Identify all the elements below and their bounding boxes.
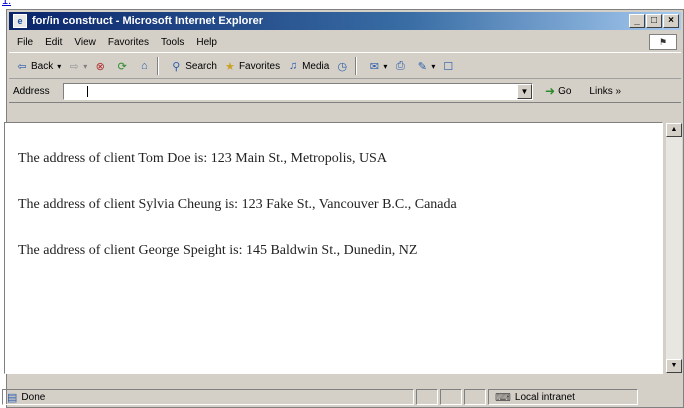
minimize-button[interactable]: _ <box>629 14 645 28</box>
status-text: Done <box>21 391 46 403</box>
history-icon: ◷ <box>337 60 348 73</box>
ie-app-icon: e <box>13 14 27 28</box>
address-bar: Address ▼ ➜ Go Links » <box>9 80 681 103</box>
media-icon: ♫ <box>288 60 298 72</box>
menu-view[interactable]: View <box>74 37 96 48</box>
print-button[interactable]: ⎙ <box>393 59 409 73</box>
back-button[interactable]: ⇦ Back ▾ <box>15 59 61 73</box>
links-button[interactable]: Links » <box>589 86 621 97</box>
title-bar: e for/in construct - Microsoft Internet … <box>9 12 681 30</box>
home-button[interactable]: ⌂ <box>137 59 153 73</box>
status-cell <box>416 389 438 405</box>
address-dropdown-icon[interactable]: ▼ <box>517 83 532 99</box>
text-caret <box>87 85 88 97</box>
security-zone-label: Local intranet <box>514 391 575 403</box>
mail-icon: ✉ <box>369 60 379 73</box>
address-input[interactable]: ▼ <box>63 82 533 100</box>
window-title: for/in construct - Microsoft Internet Ex… <box>32 15 264 27</box>
status-bar: ▤ Done ⌨ Local intranet <box>2 388 682 406</box>
forward-dropdown-icon[interactable]: ▾ <box>83 62 87 71</box>
client-address-line-2: The address of client Sylvia Cheung is: … <box>18 197 457 212</box>
scroll-down-icon[interactable]: ▼ <box>666 359 682 373</box>
page-done-icon: ▤ <box>7 391 18 404</box>
window-controls: _ □ × <box>629 14 679 28</box>
go-arrow-icon: ➜ <box>545 84 556 98</box>
forward-arrow-icon: ⇨ <box>69 60 79 73</box>
menu-help[interactable]: Help <box>196 37 217 48</box>
address-label: Address <box>13 85 50 97</box>
scroll-up-icon[interactable]: ▲ <box>666 123 682 137</box>
stop-icon: ⊗ <box>95 60 105 73</box>
edit-dropdown-icon[interactable]: ▾ <box>431 62 435 71</box>
search-icon: ⚲ <box>172 60 181 73</box>
search-button[interactable]: ⚲ Search <box>169 59 217 73</box>
stop-button[interactable]: ⊗ <box>93 59 109 73</box>
edit-icon: ✎ <box>417 60 427 73</box>
favorites-button[interactable]: ★ Favorites <box>223 59 280 73</box>
go-button[interactable]: ➜ Go <box>545 84 571 98</box>
security-zone-panel: ⌨ Local intranet <box>488 389 638 405</box>
back-label: Back <box>31 60 54 72</box>
intranet-icon: ⌨ <box>495 391 511 404</box>
favorites-icon: ★ <box>225 60 235 73</box>
status-text-panel: ▤ Done <box>2 389 414 405</box>
top-link[interactable]: 1. <box>2 0 11 6</box>
media-label: Media <box>302 60 330 72</box>
favorites-label: Favorites <box>238 60 281 72</box>
print-icon: ⎙ <box>395 59 405 72</box>
discuss-icon: ☐ <box>443 60 454 73</box>
edit-button[interactable]: ✎ ▾ <box>415 59 436 73</box>
media-button[interactable]: ♫ Media <box>286 59 329 73</box>
vertical-scrollbar[interactable]: ▲ ▼ <box>666 123 682 373</box>
status-cell <box>440 389 462 405</box>
menu-file[interactable]: File <box>17 37 33 48</box>
status-cell <box>464 389 486 405</box>
history-button[interactable]: ◷ <box>335 59 351 73</box>
search-label: Search <box>185 60 217 72</box>
maximize-button[interactable]: □ <box>646 14 662 28</box>
menu-favorites[interactable]: Favorites <box>108 37 149 48</box>
windows-flag-icon: ⚑ <box>649 34 677 50</box>
menu-bar: File Edit View Favorites Tools Help ⚑ <box>9 32 681 53</box>
go-label: Go <box>558 85 572 97</box>
toolbar-separator <box>157 57 160 75</box>
page-content: The address of client Tom Doe is: 123 Ma… <box>4 122 663 374</box>
back-dropdown-icon[interactable]: ▾ <box>57 62 61 71</box>
menu-edit[interactable]: Edit <box>45 37 62 48</box>
discuss-button[interactable]: ☐ <box>441 59 457 73</box>
close-button[interactable]: × <box>663 14 679 28</box>
toolbar-separator <box>355 57 358 75</box>
mail-dropdown-icon[interactable]: ▾ <box>383 62 387 71</box>
client-address-line-3: The address of client George Speight is:… <box>18 243 418 258</box>
back-arrow-icon: ⇦ <box>17 60 27 73</box>
standard-toolbar: ⇦ Back ▾ ⇨ ▾ ⊗ ⟳ ⌂ ⚲ Search ★ Favorites … <box>9 54 681 79</box>
forward-button[interactable]: ⇨ ▾ <box>67 59 88 73</box>
home-icon: ⌂ <box>140 60 148 72</box>
mail-button[interactable]: ✉ ▾ <box>367 59 388 73</box>
menu-tools[interactable]: Tools <box>161 37 184 48</box>
client-address-line-1: The address of client Tom Doe is: 123 Ma… <box>18 151 387 166</box>
refresh-button[interactable]: ⟳ <box>115 59 131 73</box>
refresh-icon: ⟳ <box>117 60 127 73</box>
